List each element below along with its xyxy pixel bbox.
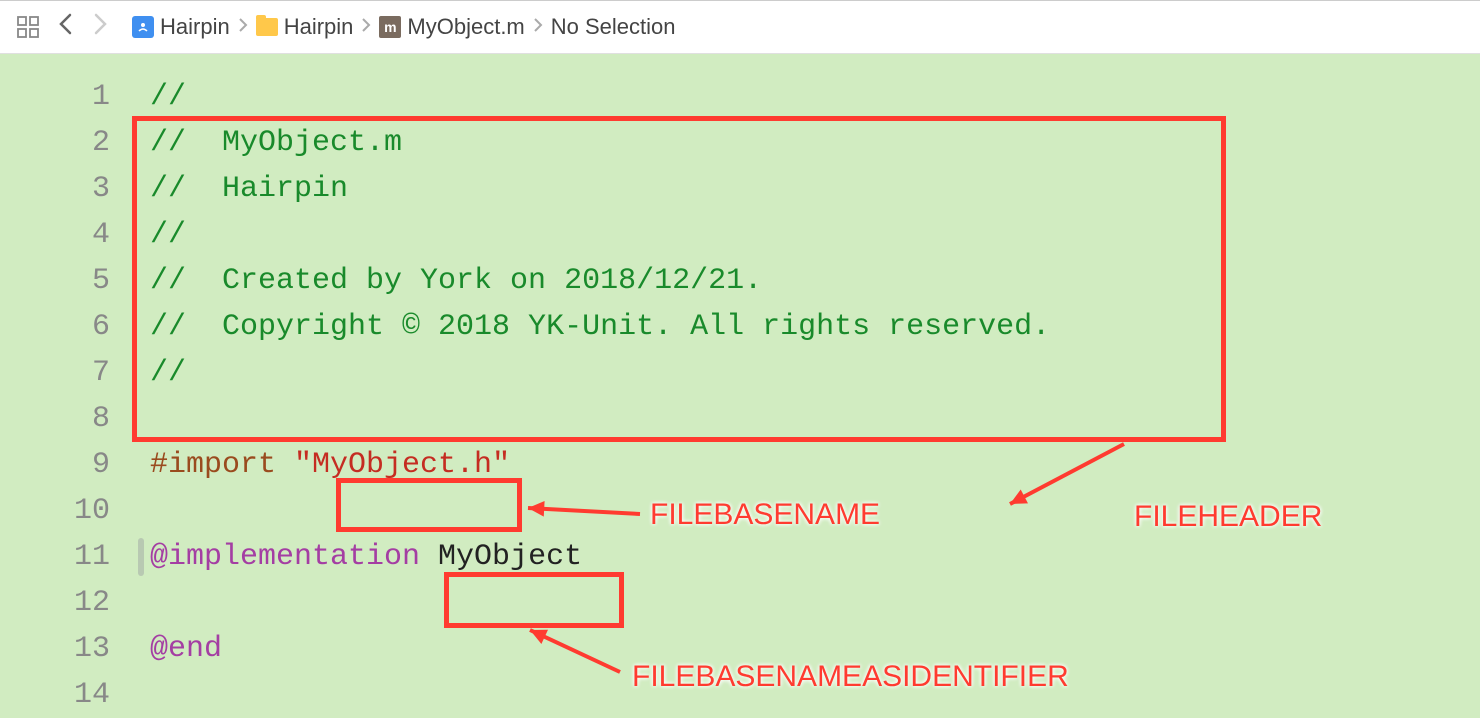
code-line[interactable]: @implementation MyObject (150, 534, 1480, 580)
code-token: "MyObject.h" (294, 448, 510, 482)
code-token: @implementation (150, 540, 420, 574)
line-number: 2 (0, 120, 110, 166)
code-token: // Created by York on 2018/12/21. (150, 264, 762, 298)
line-number: 12 (0, 580, 110, 626)
objc-file-icon: m (379, 16, 401, 38)
line-number: 5 (0, 258, 110, 304)
code-line[interactable] (150, 488, 1480, 534)
line-number: 1 (0, 74, 110, 120)
code-line[interactable]: // Created by York on 2018/12/21. (150, 258, 1480, 304)
line-number: 11 (0, 534, 110, 580)
breadcrumb-label: Hairpin (284, 14, 354, 40)
code-token: // Copyright © 2018 YK-Unit. All rights … (150, 310, 1050, 344)
line-number: 10 (0, 488, 110, 534)
code-token: // Hairpin (150, 172, 348, 206)
code-line[interactable] (150, 672, 1480, 718)
code-token: // (150, 80, 186, 114)
code-line[interactable]: #import "MyObject.h" (150, 442, 1480, 488)
folder-icon (256, 18, 278, 36)
line-number: 6 (0, 304, 110, 350)
related-items-icon[interactable] (12, 11, 44, 43)
line-number: 13 (0, 626, 110, 672)
app-icon (132, 16, 154, 38)
breadcrumb-separator-icon (529, 16, 547, 39)
breadcrumb-separator-icon (234, 16, 252, 39)
editor-toolbar: Hairpin Hairpin m MyObject.m No Selection (0, 0, 1480, 54)
code-line[interactable]: // (150, 212, 1480, 258)
code-line[interactable]: // (150, 74, 1480, 120)
breadcrumb-item[interactable]: m MyObject.m (379, 14, 524, 40)
line-gutter: 1234567891011121314 (0, 54, 128, 706)
code-token: MyObject (420, 540, 582, 574)
line-number: 4 (0, 212, 110, 258)
breadcrumb-item[interactable]: Hairpin (132, 14, 230, 40)
code-token: // MyObject.m (150, 126, 402, 160)
code-line[interactable]: @end (150, 626, 1480, 672)
code-token: #import (150, 448, 294, 482)
breadcrumb-separator-icon (357, 16, 375, 39)
code-token: // (150, 356, 186, 390)
code-editor[interactable]: 1234567891011121314 //// MyObject.m// Ha… (0, 54, 1480, 706)
code-line[interactable]: // Copyright © 2018 YK-Unit. All rights … (150, 304, 1480, 350)
nav-back-button[interactable] (50, 13, 80, 41)
breadcrumb-label: No Selection (551, 14, 676, 40)
breadcrumb-label: MyObject.m (407, 14, 524, 40)
line-number: 3 (0, 166, 110, 212)
breadcrumb: Hairpin Hairpin m MyObject.m No Selection (132, 14, 676, 40)
nav-forward-button[interactable] (86, 13, 116, 41)
breadcrumb-item[interactable]: No Selection (551, 14, 676, 40)
code-token: @end (150, 632, 222, 666)
line-number: 7 (0, 350, 110, 396)
code-line[interactable]: // MyObject.m (150, 120, 1480, 166)
breadcrumb-label: Hairpin (160, 14, 230, 40)
code-line[interactable] (150, 580, 1480, 626)
breadcrumb-item[interactable]: Hairpin (256, 14, 354, 40)
code-line[interactable]: // (150, 350, 1480, 396)
code-token: // (150, 218, 186, 252)
code-area[interactable]: // // MyObject.m // Hairpin // // Created by… (128, 54, 1480, 706)
code-line[interactable]: // Hairpin (150, 166, 1480, 212)
line-number: 14 (0, 672, 110, 718)
line-number: 8 (0, 396, 110, 442)
change-bar-icon (138, 538, 144, 576)
line-number: 9 (0, 442, 110, 488)
code-line[interactable] (150, 396, 1480, 442)
